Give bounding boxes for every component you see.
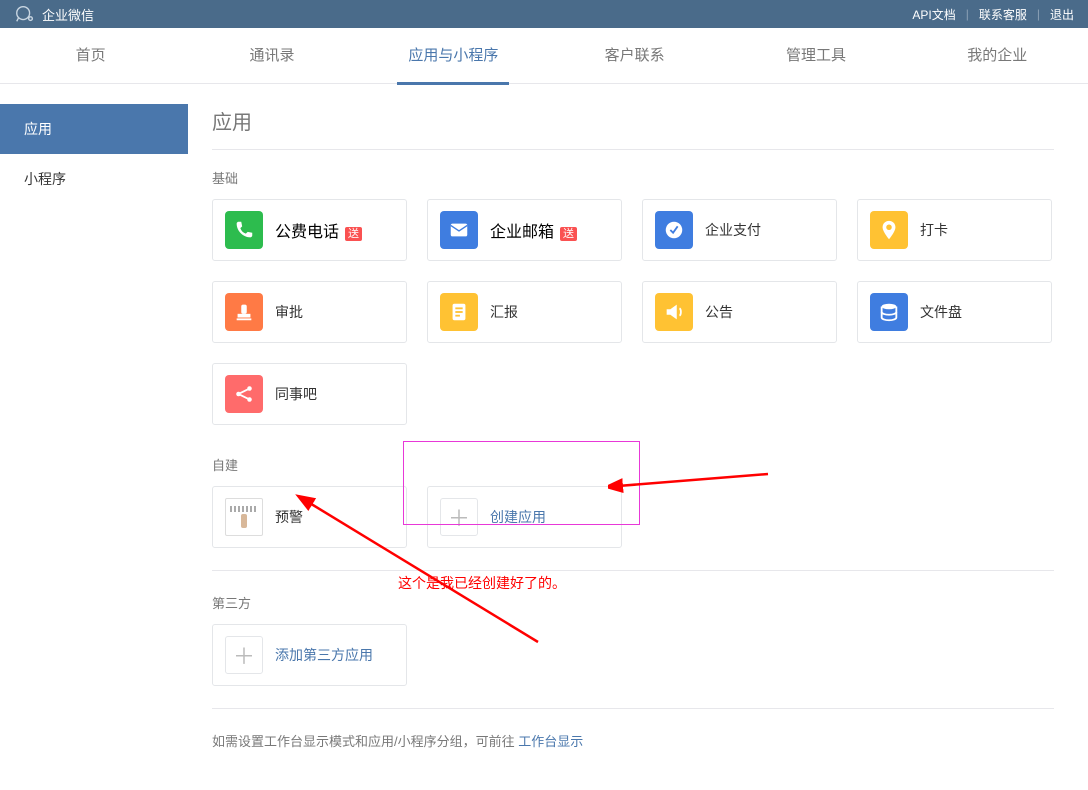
plus-icon: ＋ — [440, 498, 478, 536]
sidebar-item-miniprograms[interactable]: 小程序 — [0, 154, 188, 204]
badge-send: 送 — [560, 227, 577, 241]
footer-text: 如需设置工作台显示模式和应用/小程序分组，可前往 — [212, 734, 518, 749]
mail-icon — [440, 211, 478, 249]
separator: | — [966, 7, 969, 21]
nav-apps[interactable]: 应用与小程序 — [363, 28, 544, 84]
separator: | — [1037, 7, 1040, 21]
disk-icon — [870, 293, 908, 331]
share-icon — [225, 375, 263, 413]
nav-home[interactable]: 首页 — [0, 28, 181, 84]
create-app-button[interactable]: ＋ 创建应用 — [427, 486, 622, 548]
sidebar: 应用 小程序 — [0, 84, 188, 784]
phone-icon — [225, 211, 263, 249]
app-card-approval[interactable]: 审批 — [212, 281, 407, 343]
pin-icon — [870, 211, 908, 249]
nav-contacts[interactable]: 通讯录 — [181, 28, 362, 84]
annotation-text: 这个是我已经创建好了的。 — [398, 573, 566, 593]
app-label: 企业邮箱送 — [490, 218, 577, 242]
app-card-alert[interactable]: 预警 — [212, 486, 407, 548]
sidebar-item-apps[interactable]: 应用 — [0, 104, 188, 154]
app-card-filedisk[interactable]: 文件盘 — [857, 281, 1052, 343]
app-card-checkin[interactable]: 打卡 — [857, 199, 1052, 261]
footer-note: 如需设置工作台显示模式和应用/小程序分组，可前往 工作台显示 — [212, 731, 1088, 750]
nav-company[interactable]: 我的企业 — [907, 28, 1088, 84]
stamp-icon — [225, 293, 263, 331]
app-label: 预警 — [275, 507, 303, 527]
app-label: 审批 — [275, 302, 303, 322]
custom-apps-grid: 预警 ＋ 创建应用 — [212, 486, 1074, 548]
app-label: 公告 — [705, 302, 733, 322]
divider — [212, 570, 1054, 571]
add-thirdparty-label: 添加第三方应用 — [275, 645, 373, 665]
divider — [212, 708, 1054, 709]
app-label: 公费电话送 — [275, 218, 362, 242]
thirdparty-apps-grid: ＋ 添加第三方应用 — [212, 624, 1074, 686]
app-label: 同事吧 — [275, 384, 317, 404]
app-label: 企业支付 — [705, 220, 761, 240]
plus-icon: ＋ — [225, 636, 263, 674]
alert-app-icon — [225, 498, 263, 536]
app-label: 打卡 — [920, 220, 948, 240]
container: 应用 小程序 应用 基础 公费电话送 企业邮箱送 — [0, 84, 1088, 784]
app-card-pay[interactable]: 企业支付 — [642, 199, 837, 261]
pay-icon — [655, 211, 693, 249]
topbar: 企业微信 API文档 | 联系客服 | 退出 — [0, 0, 1088, 28]
report-icon — [440, 293, 478, 331]
brand-label: 企业微信 — [42, 5, 94, 24]
app-card-report[interactable]: 汇报 — [427, 281, 622, 343]
nav-customer[interactable]: 客户联系 — [544, 28, 725, 84]
nav-tools[interactable]: 管理工具 — [725, 28, 906, 84]
page-title: 应用 — [212, 106, 1088, 135]
brand-icon — [14, 3, 36, 25]
api-docs-link[interactable]: API文档 — [912, 6, 955, 23]
app-card-phone[interactable]: 公费电话送 — [212, 199, 407, 261]
workspace-display-link[interactable]: 工作台显示 — [518, 734, 583, 749]
section-thirdparty-label: 第三方 — [212, 593, 1088, 612]
app-card-announce[interactable]: 公告 — [642, 281, 837, 343]
section-basic-label: 基础 — [212, 168, 1088, 187]
app-card-mail[interactable]: 企业邮箱送 — [427, 199, 622, 261]
app-label: 文件盘 — [920, 302, 962, 322]
support-link[interactable]: 联系客服 — [979, 6, 1027, 23]
brand: 企业微信 — [14, 3, 94, 25]
basic-apps-grid: 公费电话送 企业邮箱送 企业支付 打卡 — [212, 199, 1074, 425]
divider — [212, 149, 1054, 150]
add-thirdparty-button[interactable]: ＋ 添加第三方应用 — [212, 624, 407, 686]
main-nav: 首页 通讯录 应用与小程序 客户联系 管理工具 我的企业 — [0, 28, 1088, 84]
main-content: 应用 基础 公费电话送 企业邮箱送 企业支付 — [188, 84, 1088, 784]
section-custom-label: 自建 — [212, 455, 1088, 474]
topbar-links: API文档 | 联系客服 | 退出 — [912, 6, 1074, 23]
logout-link[interactable]: 退出 — [1050, 6, 1074, 23]
announce-icon — [655, 293, 693, 331]
app-label: 汇报 — [490, 302, 518, 322]
create-app-label: 创建应用 — [490, 507, 546, 527]
badge-send: 送 — [345, 227, 362, 241]
app-card-colleague[interactable]: 同事吧 — [212, 363, 407, 425]
